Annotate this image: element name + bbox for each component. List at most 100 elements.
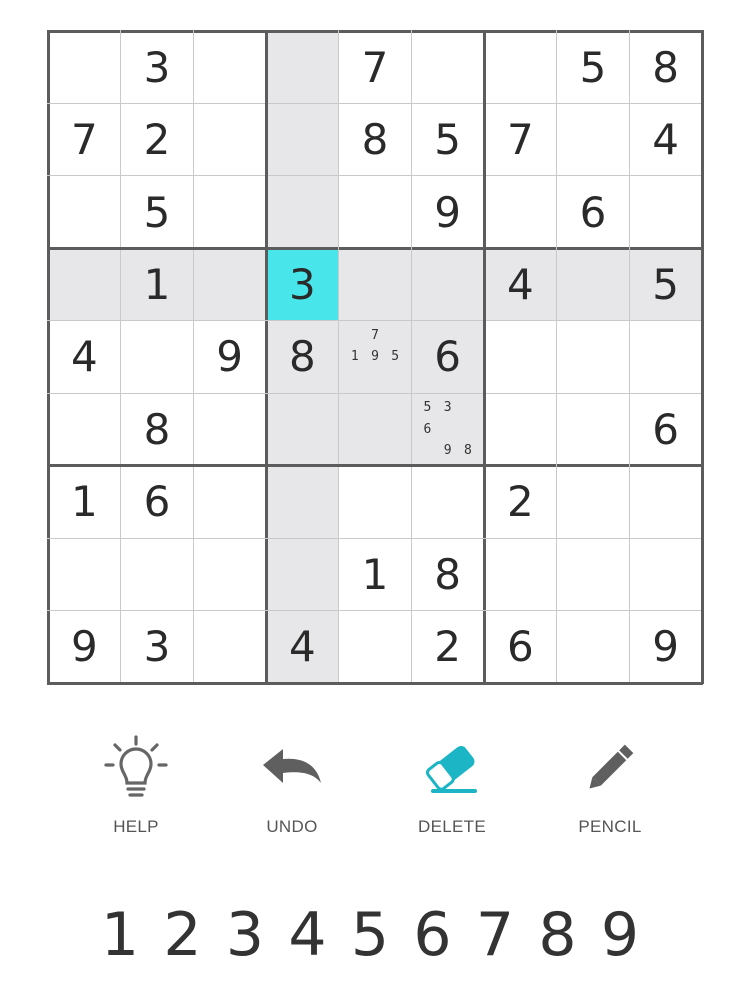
note-candidate: 9 bbox=[371, 349, 379, 365]
cell-r9c4[interactable]: 4 bbox=[266, 610, 339, 683]
cell-r3c4[interactable] bbox=[266, 175, 339, 249]
cell-r3c7[interactable] bbox=[484, 176, 557, 248]
cell-r7c3[interactable] bbox=[193, 466, 266, 538]
cell-r7c1[interactable]: 1 bbox=[48, 466, 121, 538]
cell-r4c4[interactable]: 3 bbox=[266, 248, 339, 321]
cell-r3c6[interactable]: 9 bbox=[411, 176, 484, 248]
number-key-5[interactable]: 5 bbox=[340, 890, 400, 980]
cell-r4c5[interactable] bbox=[338, 248, 412, 321]
number-key-7[interactable]: 7 bbox=[465, 890, 525, 980]
cell-r7c8[interactable] bbox=[557, 466, 630, 538]
cell-r6c9[interactable]: 6 bbox=[629, 393, 702, 465]
cell-r1c4[interactable] bbox=[266, 31, 339, 104]
cell-r3c3[interactable] bbox=[193, 176, 266, 248]
cell-r2c4[interactable] bbox=[266, 103, 339, 176]
cell-r4c3[interactable] bbox=[193, 248, 266, 321]
cell-r7c4[interactable] bbox=[266, 465, 339, 539]
cell-r8c3[interactable] bbox=[193, 538, 266, 610]
cell-r5c9[interactable] bbox=[629, 321, 702, 393]
cell-r8c8[interactable] bbox=[557, 538, 630, 610]
pencil-button[interactable]: PENCIL bbox=[540, 725, 680, 845]
cell-r9c2[interactable]: 3 bbox=[121, 611, 194, 683]
cell-r5c4[interactable]: 8 bbox=[266, 320, 339, 394]
cell-r4c8[interactable] bbox=[556, 248, 630, 321]
number-key-4[interactable]: 4 bbox=[278, 890, 338, 980]
cell-r8c4[interactable] bbox=[266, 538, 339, 611]
cell-r8c6[interactable]: 8 bbox=[411, 538, 484, 610]
cell-r9c6[interactable]: 2 bbox=[411, 611, 484, 683]
cell-r4c7[interactable]: 4 bbox=[484, 248, 557, 321]
delete-button[interactable]: DELETE bbox=[382, 725, 522, 845]
cell-r7c7[interactable]: 2 bbox=[484, 466, 557, 538]
cell-r2c7[interactable]: 7 bbox=[484, 103, 557, 175]
cell-r3c5[interactable] bbox=[339, 176, 412, 248]
cell-r8c1[interactable] bbox=[48, 538, 121, 610]
cell-r5c7[interactable] bbox=[484, 321, 557, 393]
cell-r6c2[interactable]: 8 bbox=[121, 393, 194, 465]
cell-r7c9[interactable] bbox=[629, 466, 702, 538]
cell-r9c5[interactable] bbox=[339, 611, 412, 683]
cell-r1c8[interactable]: 5 bbox=[557, 31, 630, 103]
cell-r4c1[interactable] bbox=[48, 248, 121, 321]
cell-r8c9[interactable] bbox=[629, 538, 702, 610]
number-key-1[interactable]: 1 bbox=[90, 890, 150, 980]
number-key-9[interactable]: 9 bbox=[590, 890, 650, 980]
cell-r1c1[interactable] bbox=[48, 31, 121, 103]
cell-r6c6[interactable]: 53698 bbox=[411, 393, 484, 466]
number-key-2[interactable]: 2 bbox=[153, 890, 213, 980]
cell-r2c8[interactable] bbox=[557, 103, 630, 175]
number-key-6[interactable]: 6 bbox=[403, 890, 463, 980]
cell-r9c3[interactable] bbox=[193, 611, 266, 683]
cell-r8c2[interactable] bbox=[121, 538, 194, 610]
cell-r1c2[interactable]: 3 bbox=[121, 31, 194, 103]
cell-r4c9[interactable]: 5 bbox=[629, 248, 702, 321]
cell-r6c5[interactable] bbox=[338, 393, 412, 466]
cell-r1c6[interactable] bbox=[411, 31, 484, 103]
cell-r6c7[interactable] bbox=[484, 393, 557, 465]
cell-r6c1[interactable] bbox=[48, 393, 121, 465]
cell-r1c7[interactable] bbox=[484, 31, 557, 103]
cell-r6c3[interactable] bbox=[193, 393, 266, 465]
cell-r9c9[interactable]: 9 bbox=[629, 611, 702, 683]
box-border-line bbox=[47, 464, 703, 468]
cell-r2c2[interactable]: 2 bbox=[121, 103, 194, 175]
cell-r7c5[interactable] bbox=[339, 466, 412, 538]
cell-r2c3[interactable] bbox=[193, 103, 266, 175]
cell-r5c1[interactable]: 4 bbox=[48, 321, 121, 393]
cell-r8c7[interactable] bbox=[484, 538, 557, 610]
cell-r4c2[interactable]: 1 bbox=[120, 248, 194, 321]
note-candidate bbox=[345, 368, 365, 389]
cell-r3c1[interactable] bbox=[48, 176, 121, 248]
cell-r6c8[interactable] bbox=[557, 393, 630, 465]
grid-line bbox=[47, 392, 703, 394]
cell-r5c3[interactable]: 9 bbox=[193, 321, 266, 393]
cell-r2c9[interactable]: 4 bbox=[629, 103, 702, 175]
help-button[interactable]: HELP bbox=[66, 725, 206, 845]
cell-r6c4[interactable] bbox=[266, 393, 339, 466]
cell-r1c3[interactable] bbox=[193, 31, 266, 103]
cell-r2c5[interactable]: 8 bbox=[339, 103, 412, 175]
cell-r2c6[interactable]: 5 bbox=[411, 103, 484, 175]
box-border-line bbox=[46, 30, 50, 684]
cell-r5c2[interactable] bbox=[121, 321, 194, 393]
number-key-8[interactable]: 8 bbox=[528, 890, 588, 980]
cell-r1c5[interactable]: 7 bbox=[339, 31, 412, 103]
note-candidate bbox=[385, 325, 405, 346]
cell-r2c1[interactable]: 7 bbox=[48, 103, 121, 175]
cell-r3c2[interactable]: 5 bbox=[121, 176, 194, 248]
cell-r8c5[interactable]: 1 bbox=[339, 538, 412, 610]
cell-r3c8[interactable]: 6 bbox=[557, 176, 630, 248]
cell-r5c5[interactable]: 7195 bbox=[338, 320, 412, 394]
cell-r7c6[interactable] bbox=[411, 466, 484, 538]
cell-r9c7[interactable]: 6 bbox=[484, 611, 557, 683]
cell-r7c2[interactable]: 6 bbox=[121, 466, 194, 538]
cell-r3c9[interactable] bbox=[629, 176, 702, 248]
cell-r5c8[interactable] bbox=[557, 321, 630, 393]
cell-r4c6[interactable] bbox=[411, 248, 484, 321]
cell-r9c1[interactable]: 9 bbox=[48, 611, 121, 683]
undo-button[interactable]: UNDO bbox=[222, 725, 362, 845]
cell-r1c9[interactable]: 8 bbox=[629, 31, 702, 103]
cell-r9c8[interactable] bbox=[557, 611, 630, 683]
number-key-3[interactable]: 3 bbox=[215, 890, 275, 980]
cell-r5c6[interactable]: 6 bbox=[411, 320, 484, 394]
